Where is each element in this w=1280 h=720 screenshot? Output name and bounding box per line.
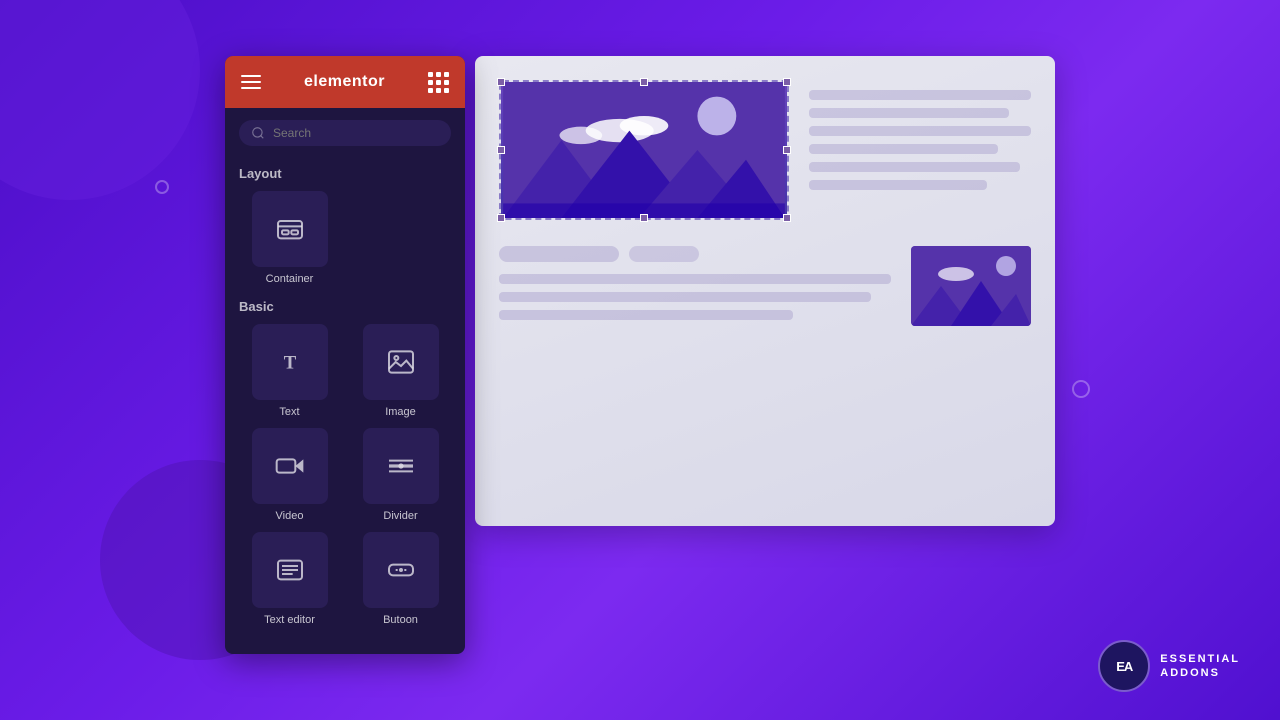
widget-text-editor[interactable]: Text editor	[239, 532, 340, 626]
main-container: elementor Layout	[0, 0, 1280, 720]
sidebar-header: elementor	[225, 56, 465, 108]
text-line-6	[809, 180, 987, 190]
resize-handle-tr[interactable]	[783, 78, 791, 86]
thumbnail-image	[911, 246, 1031, 326]
text-editor-icon-box	[252, 532, 328, 608]
divider-icon-box	[363, 428, 439, 504]
resize-handle-tm[interactable]	[640, 78, 648, 86]
video-icon-box	[252, 428, 328, 504]
resize-handle-br[interactable]	[783, 214, 791, 222]
video-icon	[274, 450, 306, 482]
tag-1	[499, 246, 619, 262]
resize-handle-mr[interactable]	[783, 146, 791, 154]
video-label: Video	[276, 510, 304, 522]
resize-handle-tl[interactable]	[497, 78, 505, 86]
widget-divider[interactable]: Divider	[350, 428, 451, 522]
text-line-2	[809, 108, 1009, 118]
text-label: Text	[279, 406, 299, 418]
widget-video[interactable]: Video	[239, 428, 340, 522]
button-icon	[385, 554, 417, 586]
tag-2	[629, 246, 699, 262]
widget-button[interactable]: Butoon	[350, 532, 451, 626]
layout-section-label: Layout	[239, 166, 451, 181]
canvas-area	[475, 56, 1055, 526]
sidebar-title: elementor	[304, 73, 385, 91]
search-box[interactable]	[239, 120, 451, 146]
widget-text[interactable]: T Text	[239, 324, 340, 418]
divider-label: Divider	[383, 510, 417, 522]
ea-badge: EA	[1098, 640, 1150, 692]
ea-logo: EA ESSENTIAL ADDONS	[1098, 640, 1240, 692]
container-icon-box	[252, 191, 328, 267]
button-icon-box	[363, 532, 439, 608]
sidebar-search-wrapper	[225, 108, 465, 158]
bottom-line-3	[499, 310, 793, 320]
text-icon: T	[274, 346, 306, 378]
basic-widget-grid: T Text I	[239, 324, 451, 626]
button-label: Butoon	[383, 614, 418, 626]
search-input[interactable]	[273, 126, 439, 140]
svg-text:T: T	[283, 353, 296, 374]
text-line-4	[809, 144, 998, 154]
ui-wrapper: elementor Layout	[225, 56, 1055, 654]
bottom-line-2	[499, 292, 871, 302]
divider-icon	[385, 450, 417, 482]
text-line-1	[809, 90, 1031, 100]
image-icon-box	[363, 324, 439, 400]
basic-section-label: Basic	[239, 299, 451, 314]
image-label: Image	[385, 406, 416, 418]
image-icon	[385, 346, 417, 378]
elementor-sidebar: elementor Layout	[225, 56, 465, 654]
layout-widget-grid: Container	[239, 191, 451, 285]
grid-apps-icon[interactable]	[428, 72, 449, 93]
selected-image-element[interactable]	[499, 80, 789, 220]
text-editor-icon	[274, 554, 306, 586]
image-scene	[501, 82, 787, 218]
text-icon-box: T	[252, 324, 328, 400]
text-line-5	[809, 162, 1020, 172]
container-icon	[274, 213, 306, 245]
container-label: Container	[266, 273, 314, 285]
hamburger-menu-icon[interactable]	[241, 75, 261, 89]
text-editor-label: Text editor	[264, 614, 315, 626]
sidebar-body: Layout Container	[225, 158, 465, 654]
widget-image[interactable]: Image	[350, 324, 451, 418]
resize-handle-bl[interactable]	[497, 214, 505, 222]
resize-handle-ml[interactable]	[497, 146, 505, 154]
ea-text: ESSENTIAL ADDONS	[1160, 652, 1240, 681]
text-line-3	[809, 126, 1031, 136]
widget-container[interactable]: Container	[239, 191, 340, 285]
search-icon	[251, 126, 265, 140]
resize-handle-bm[interactable]	[640, 214, 648, 222]
bottom-line-1	[499, 274, 891, 284]
